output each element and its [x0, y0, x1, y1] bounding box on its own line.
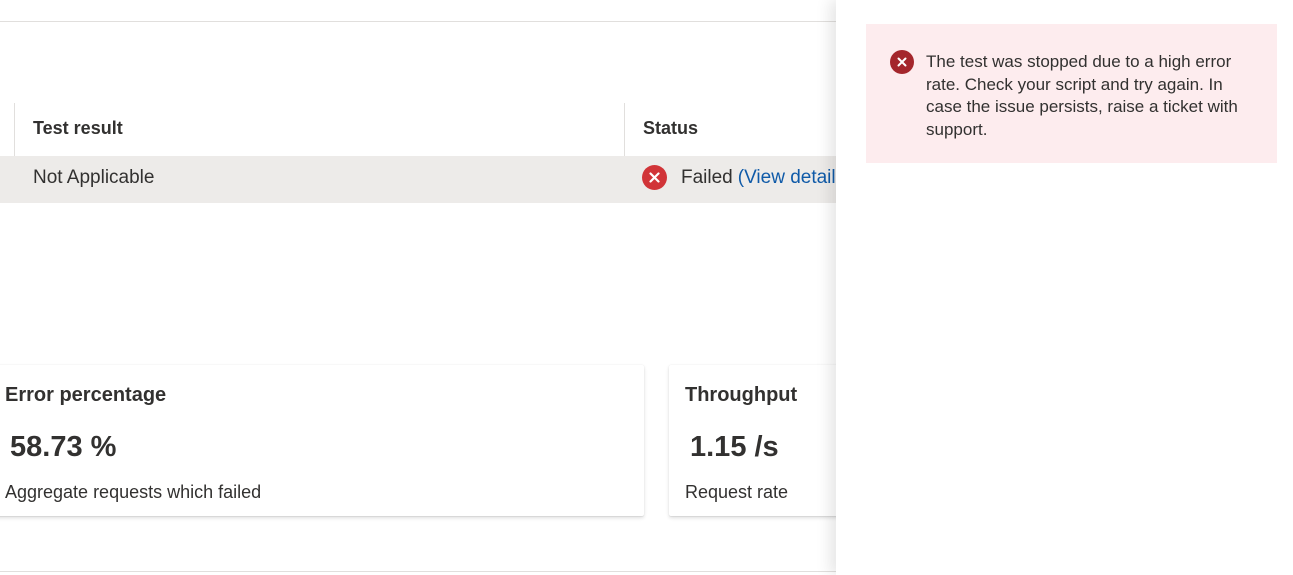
error-circle-icon	[890, 50, 914, 74]
column-header-test-result[interactable]: Test result	[33, 118, 123, 139]
metric-subtitle: Request rate	[685, 482, 789, 502]
page: Test result Status Not Applicable Failed…	[0, 0, 1293, 575]
top-divider	[0, 21, 836, 22]
column-separator[interactable]	[624, 103, 625, 156]
bottom-divider	[0, 571, 836, 572]
view-details-link[interactable]: (View detail	[738, 167, 836, 189]
metric-card-error-percentage: Error percentage 58.73 % Aggregate reque…	[0, 365, 644, 516]
test-result-cell: Not Applicable	[33, 167, 155, 188]
metric-subtitle: Aggregate requests which failed	[5, 482, 262, 502]
status-text: Failed	[681, 166, 733, 188]
error-message-bar: The test was stopped due to a high error…	[866, 24, 1277, 163]
error-message-text: The test was stopped due to a high error…	[926, 52, 1238, 139]
error-circle-icon	[642, 165, 667, 190]
table-header: Test result Status	[0, 103, 836, 156]
column-header-status[interactable]: Status	[643, 118, 698, 139]
metric-value: 1.15 /s	[690, 431, 779, 463]
side-panel: The test was stopped due to a high error…	[836, 0, 1293, 575]
status-cell: Failed (View detail	[642, 165, 836, 190]
results-table: Test result Status Not Applicable Failed…	[0, 103, 836, 203]
table-row[interactable]: Not Applicable Failed (View detail	[0, 156, 836, 203]
metric-title: Throughput	[685, 384, 798, 406]
metric-title: Error percentage	[5, 384, 167, 406]
metric-value: 58.73 %	[10, 431, 117, 463]
column-separator[interactable]	[14, 103, 15, 156]
